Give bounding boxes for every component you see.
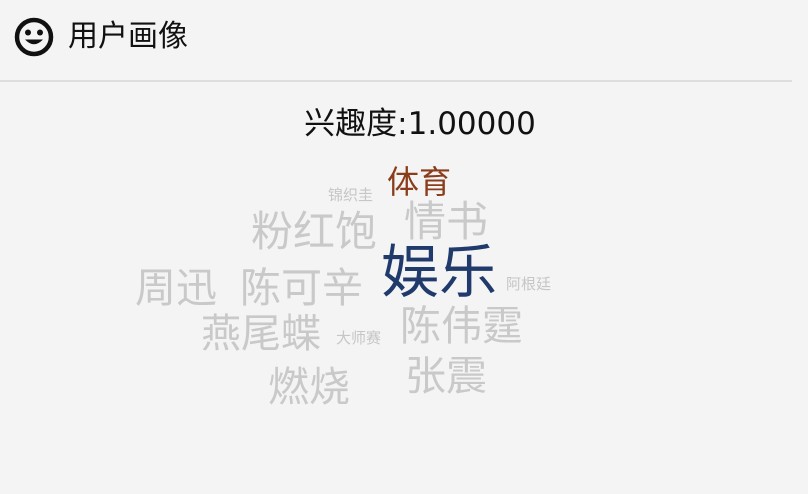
word-chenkexin[interactable]: 陈可辛 [240, 268, 363, 309]
word-tiyu[interactable]: 体育 [387, 166, 451, 198]
word-zhangzhen[interactable]: 张震 [405, 356, 487, 397]
word-dashisai[interactable]: 大师赛 [336, 331, 381, 346]
word-yule[interactable]: 娱乐 [381, 243, 497, 301]
word-zhouxun[interactable]: 周迅 [135, 268, 217, 309]
word-qingshu[interactable]: 情书 [404, 201, 488, 243]
word-jinzhigui[interactable]: 锦织圭 [328, 188, 373, 203]
word-yanweidie[interactable]: 燕尾蝶 [201, 314, 321, 354]
word-fenhongbao[interactable]: 粉红饱 [251, 211, 377, 253]
word-ranshao[interactable]: 燃烧 [268, 367, 350, 408]
word-agenting[interactable]: 阿根廷 [506, 277, 551, 292]
word-cloud: 体育 锦织圭 粉红饱 情书 娱乐 周迅 陈可辛 阿根廷 燕尾蝶 大师赛 陈伟霆 … [0, 0, 808, 494]
word-chenweiting[interactable]: 陈伟霆 [400, 306, 523, 347]
